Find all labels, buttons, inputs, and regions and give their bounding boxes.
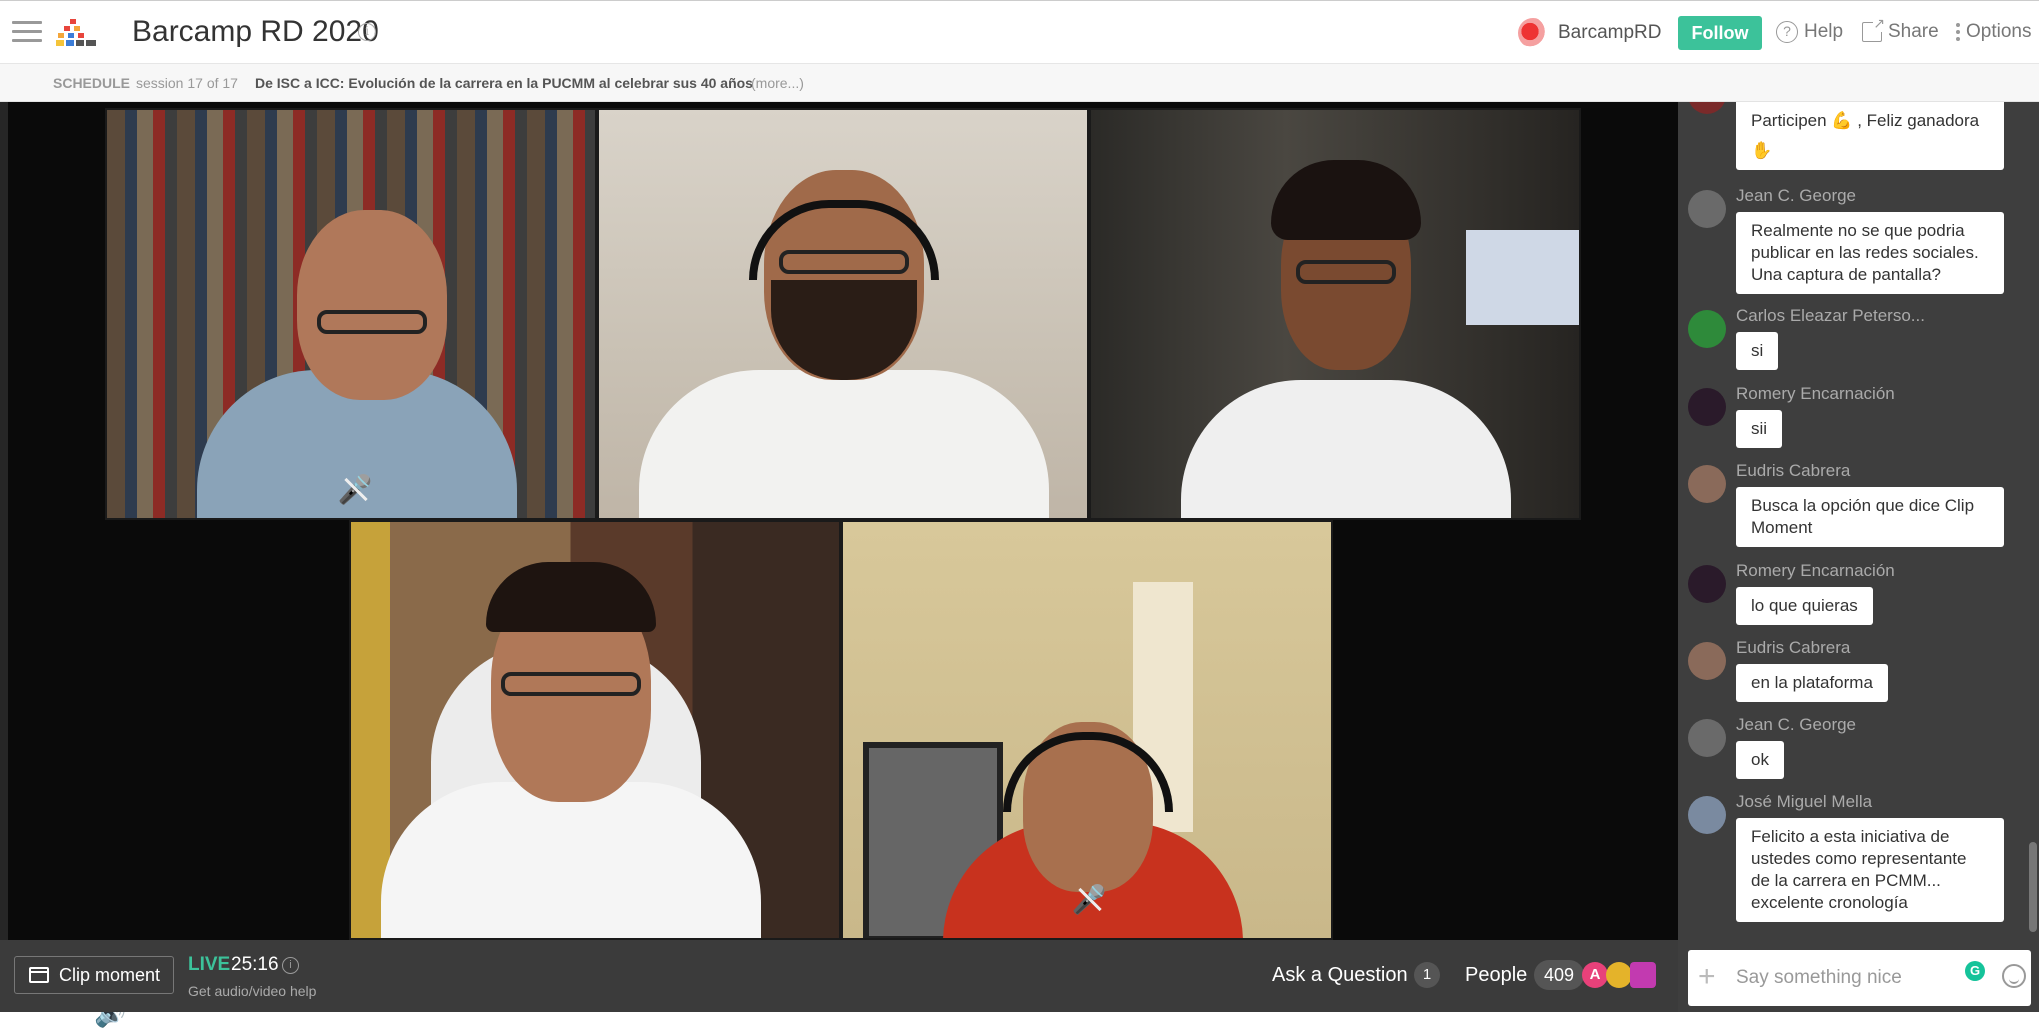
- share-icon: [1862, 15, 1885, 42]
- chat-input-box[interactable]: + Say something nice G: [1688, 950, 2031, 1006]
- chat-input-area: + Say something nice G: [1678, 940, 2039, 1012]
- chat-message-bubble: Felicito a esta iniciativa de ustedes co…: [1736, 818, 2004, 922]
- chat-message-bubble: en la plataforma: [1736, 664, 1888, 702]
- session-count: session 17 of 17: [136, 75, 238, 91]
- chat-avatar[interactable]: [1688, 102, 1726, 114]
- session-title: De ISC a ICC: Evolución de la carrera en…: [255, 75, 753, 91]
- chat-panel: Participen 💪 , Feliz ganadora ✋ Jean C. …: [1678, 102, 2039, 940]
- muted-mic-icon: 🎤: [337, 472, 373, 508]
- share-link[interactable]: Share: [1862, 15, 1939, 43]
- barcamp-logo: [56, 19, 96, 46]
- participant-video-4: [349, 520, 841, 940]
- people-button[interactable]: People: [1465, 964, 1527, 987]
- chat-message-bubble: Busca la opción que dice Clip Moment: [1736, 487, 2004, 547]
- chat-author[interactable]: Romery Encarnación: [1736, 561, 1895, 581]
- chat-message-bubble: Realmente no se que podria publicar en l…: [1736, 212, 2004, 294]
- help-icon: ?: [1776, 21, 1798, 43]
- chat-avatar[interactable]: [1688, 796, 1726, 834]
- people-count-badge: 409: [1534, 960, 1584, 990]
- attendee-avatar[interactable]: A: [1582, 962, 1608, 988]
- follow-button[interactable]: Follow: [1678, 16, 1762, 50]
- chat-message-bubble: sii: [1736, 410, 1783, 448]
- chat-avatar[interactable]: [1688, 388, 1726, 426]
- help-label: Help: [1804, 21, 1844, 42]
- attendee-avatar[interactable]: [1630, 962, 1656, 988]
- hamburger-menu-icon[interactable]: [12, 21, 42, 43]
- grammarly-icon[interactable]: G: [1965, 961, 1985, 981]
- participant-video-3: [1089, 108, 1581, 520]
- chat-avatar[interactable]: [1688, 465, 1726, 503]
- chat-input[interactable]: Say something nice: [1736, 967, 1902, 989]
- chat-avatar[interactable]: [1688, 642, 1726, 680]
- clip-moment-label: Clip moment: [59, 964, 161, 985]
- ask-question-button[interactable]: Ask a Question: [1272, 964, 1408, 987]
- attendee-avatar[interactable]: [1606, 962, 1632, 988]
- chat-author[interactable]: Jean C. George: [1736, 186, 1856, 206]
- info-icon[interactable]: i: [282, 957, 299, 974]
- share-label: Share: [1888, 21, 1939, 42]
- bottom-bar: Clip moment LIVE 25:16 i Get audio/video…: [0, 940, 1678, 1012]
- chat-avatar[interactable]: [1688, 310, 1726, 348]
- schedule-label[interactable]: SCHEDULE: [53, 64, 130, 102]
- participant-video-2: [597, 108, 1089, 520]
- chat-author[interactable]: José Miguel Mella: [1736, 792, 1872, 812]
- chat-message-bubble: ok: [1736, 741, 1784, 779]
- chat-message-bubble: si: [1736, 332, 1779, 370]
- chat-author[interactable]: Carlos Eleazar Peterso...: [1736, 306, 1925, 326]
- top-header: Barcamp RD 2020 i BarcampRD Follow ? Hel…: [0, 0, 2039, 64]
- elapsed-time: 25:16: [231, 954, 279, 975]
- schedule-bar: SCHEDULE session 17 of 17 De ISC a ICC: …: [0, 64, 2039, 102]
- chat-author[interactable]: Eudris Cabrera: [1736, 461, 1850, 481]
- chat-avatar[interactable]: [1688, 190, 1726, 228]
- video-player[interactable]: 🎤 🎤 🔊 ⚙ HD: [0, 102, 1678, 1028]
- av-help-link[interactable]: Get audio/video help: [188, 983, 316, 999]
- chat-avatar[interactable]: [1688, 565, 1726, 603]
- organizer-name: BarcampRD: [1558, 22, 1662, 43]
- chat-author[interactable]: Romery Encarnación: [1736, 384, 1895, 404]
- muted-mic-icon: 🎤: [1071, 882, 1107, 918]
- chat-avatar[interactable]: [1688, 719, 1726, 757]
- chat-author[interactable]: Eudris Cabrera: [1736, 638, 1850, 658]
- participant-video-1: 🎤: [105, 108, 597, 520]
- event-title[interactable]: Barcamp RD 2020: [132, 15, 379, 49]
- emoji-icon[interactable]: [2002, 964, 2026, 988]
- clapperboard-icon: [29, 967, 49, 983]
- clip-moment-button[interactable]: Clip moment: [14, 956, 174, 994]
- chat-message-bubble: lo que quieras: [1736, 587, 1873, 625]
- chat-message-bubble: Participen 💪 , Feliz ganadora ✋: [1736, 102, 2004, 170]
- chat-author[interactable]: Jean C. George: [1736, 715, 1856, 735]
- help-link[interactable]: ? Help: [1776, 21, 1843, 43]
- plus-icon[interactable]: +: [1698, 960, 1716, 994]
- organizer[interactable]: BarcampRD: [1518, 18, 1661, 48]
- organizer-avatar: [1518, 18, 1548, 48]
- info-icon[interactable]: i: [358, 23, 376, 41]
- options-menu[interactable]: Options: [1956, 21, 2031, 43]
- question-count-badge: 1: [1414, 962, 1440, 988]
- live-label: LIVE: [188, 954, 231, 975]
- vertical-dots-icon: [1956, 23, 1960, 41]
- chat-scrollbar[interactable]: [2029, 102, 2037, 940]
- participant-video-5: 🎤: [841, 520, 1333, 940]
- options-label: Options: [1966, 21, 2032, 42]
- more-link[interactable]: (more...): [751, 64, 804, 102]
